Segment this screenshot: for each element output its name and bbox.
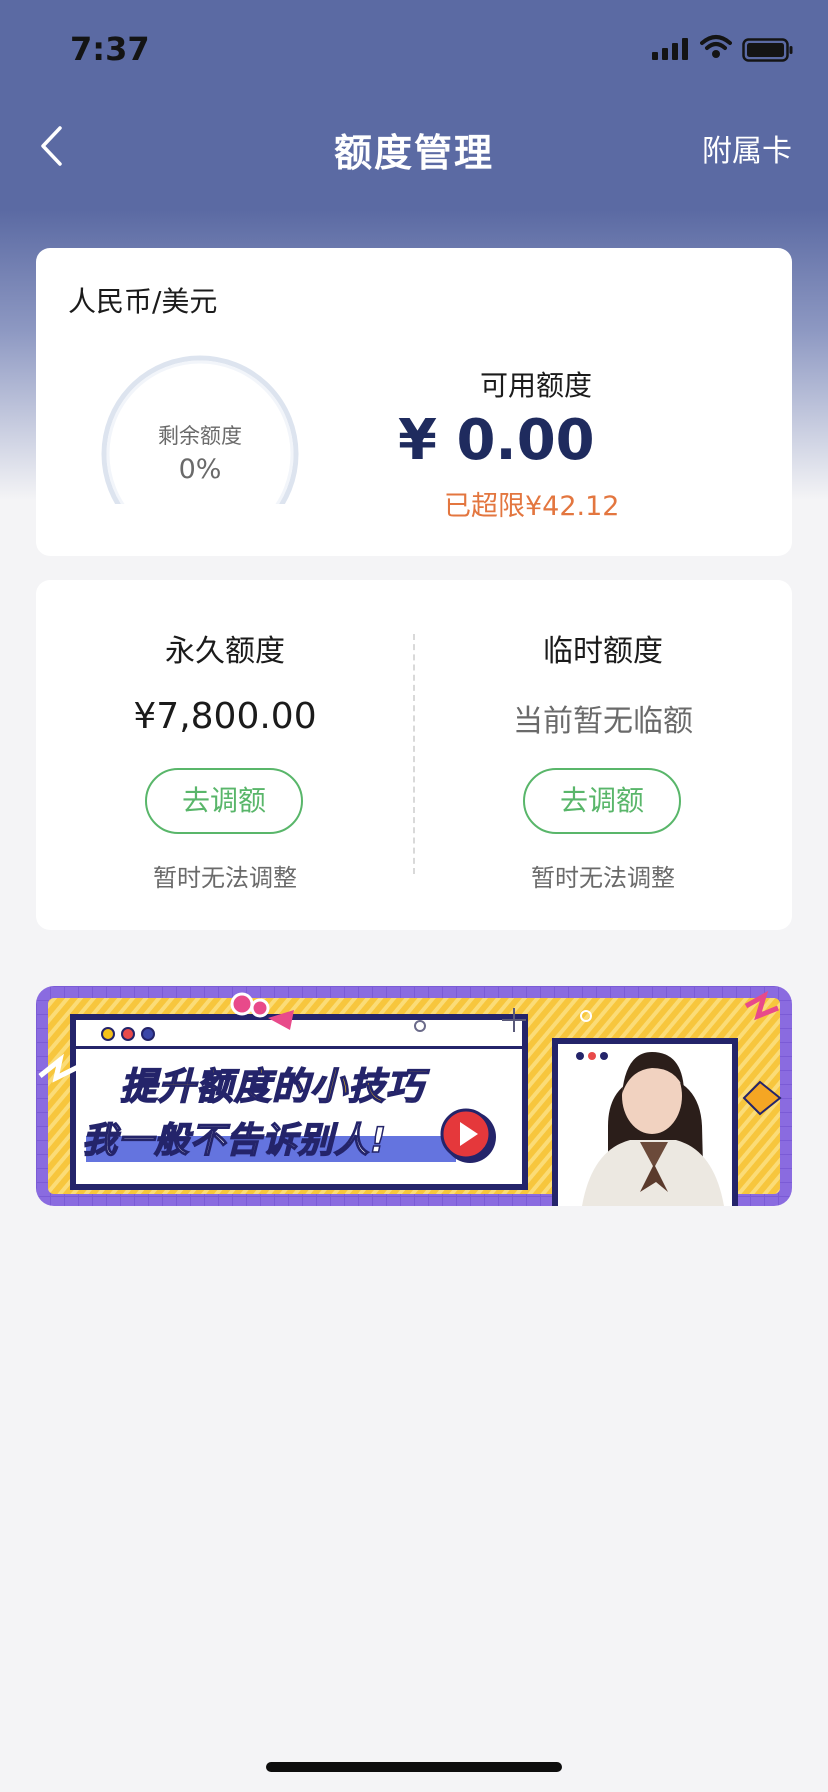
temporary-limit-section: 临时额度 当前暂无临额 去调额 暂时无法调整: [414, 580, 792, 930]
nav-bar: 额度管理 附属卡: [0, 100, 828, 190]
wifi-icon: [700, 35, 732, 58]
limits-card: 永久额度 ¥7,800.00 去调额 暂时无法调整 临时额度 当前暂无临额 去调…: [36, 580, 792, 930]
promo-banner[interactable]: 提升额度的小技巧 我一般不告诉别人!: [36, 986, 792, 1206]
adjust-temporary-limit-button[interactable]: 去调额: [523, 768, 681, 834]
adjust-permanent-limit-button[interactable]: 去调额: [145, 768, 303, 834]
temporary-limit-note: 暂时无法调整: [531, 864, 675, 892]
remaining-limit-label: 剩余额度: [158, 424, 242, 448]
permanent-limit-amount: ¥7,800.00: [133, 696, 317, 737]
over-limit-text: 已超限¥42.12: [444, 491, 620, 522]
remaining-limit-percent: 0%: [178, 454, 222, 485]
credit-summary-card: 人民币/美元 剩余额度 0% 可用额度 ¥ 0.00 已超限¥42.12: [36, 248, 792, 556]
banner-subheadline: 我一般不告诉别人!: [81, 1120, 387, 1162]
permanent-limit-section: 永久额度 ¥7,800.00 去调额 暂时无法调整: [36, 580, 414, 930]
available-limit-amount: ¥ 0.00: [398, 408, 595, 473]
temporary-limit-title: 临时额度: [543, 634, 663, 669]
status-time: 7:37: [70, 30, 150, 68]
available-limit-label: 可用额度: [479, 369, 592, 402]
supplementary-card-link[interactable]: 附属卡: [702, 126, 792, 170]
home-indicator: [266, 1762, 562, 1772]
permanent-limit-title: 永久额度: [165, 634, 285, 669]
temporary-limit-amount: 当前暂无临额: [513, 704, 693, 739]
permanent-limit-note: 暂时无法调整: [153, 864, 297, 892]
banner-headline: 提升额度的小技巧: [119, 1064, 424, 1109]
status-bar: 7:37: [0, 0, 828, 100]
cellular-signal-icon: [652, 38, 688, 60]
battery-icon: [742, 38, 793, 62]
currency-label: 人民币/美元: [68, 285, 218, 318]
